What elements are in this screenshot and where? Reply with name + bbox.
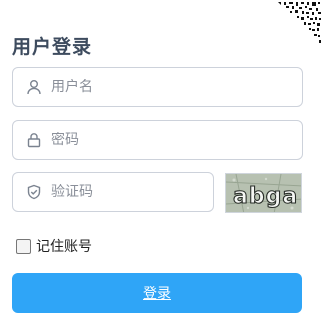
page-title: 用户登录 xyxy=(12,36,93,58)
captcha-input[interactable] xyxy=(51,184,191,200)
remember-account[interactable]: 记住账号 xyxy=(16,236,92,256)
password-field[interactable] xyxy=(12,120,303,160)
username-field[interactable] xyxy=(12,67,303,107)
username-input[interactable] xyxy=(51,79,251,95)
user-icon xyxy=(25,78,43,96)
captcha-field[interactable] xyxy=(12,172,214,212)
lock-icon xyxy=(25,131,43,149)
login-button[interactable]: 登录 xyxy=(12,273,302,313)
remember-checkbox[interactable] xyxy=(16,238,31,254)
qr-code-icon[interactable] xyxy=(276,0,322,46)
password-input[interactable] xyxy=(51,132,251,148)
shield-check-icon xyxy=(25,183,43,201)
captcha-text: abga xyxy=(233,184,298,209)
captcha-image[interactable]: abga xyxy=(225,173,302,213)
remember-label: 记住账号 xyxy=(36,239,92,255)
